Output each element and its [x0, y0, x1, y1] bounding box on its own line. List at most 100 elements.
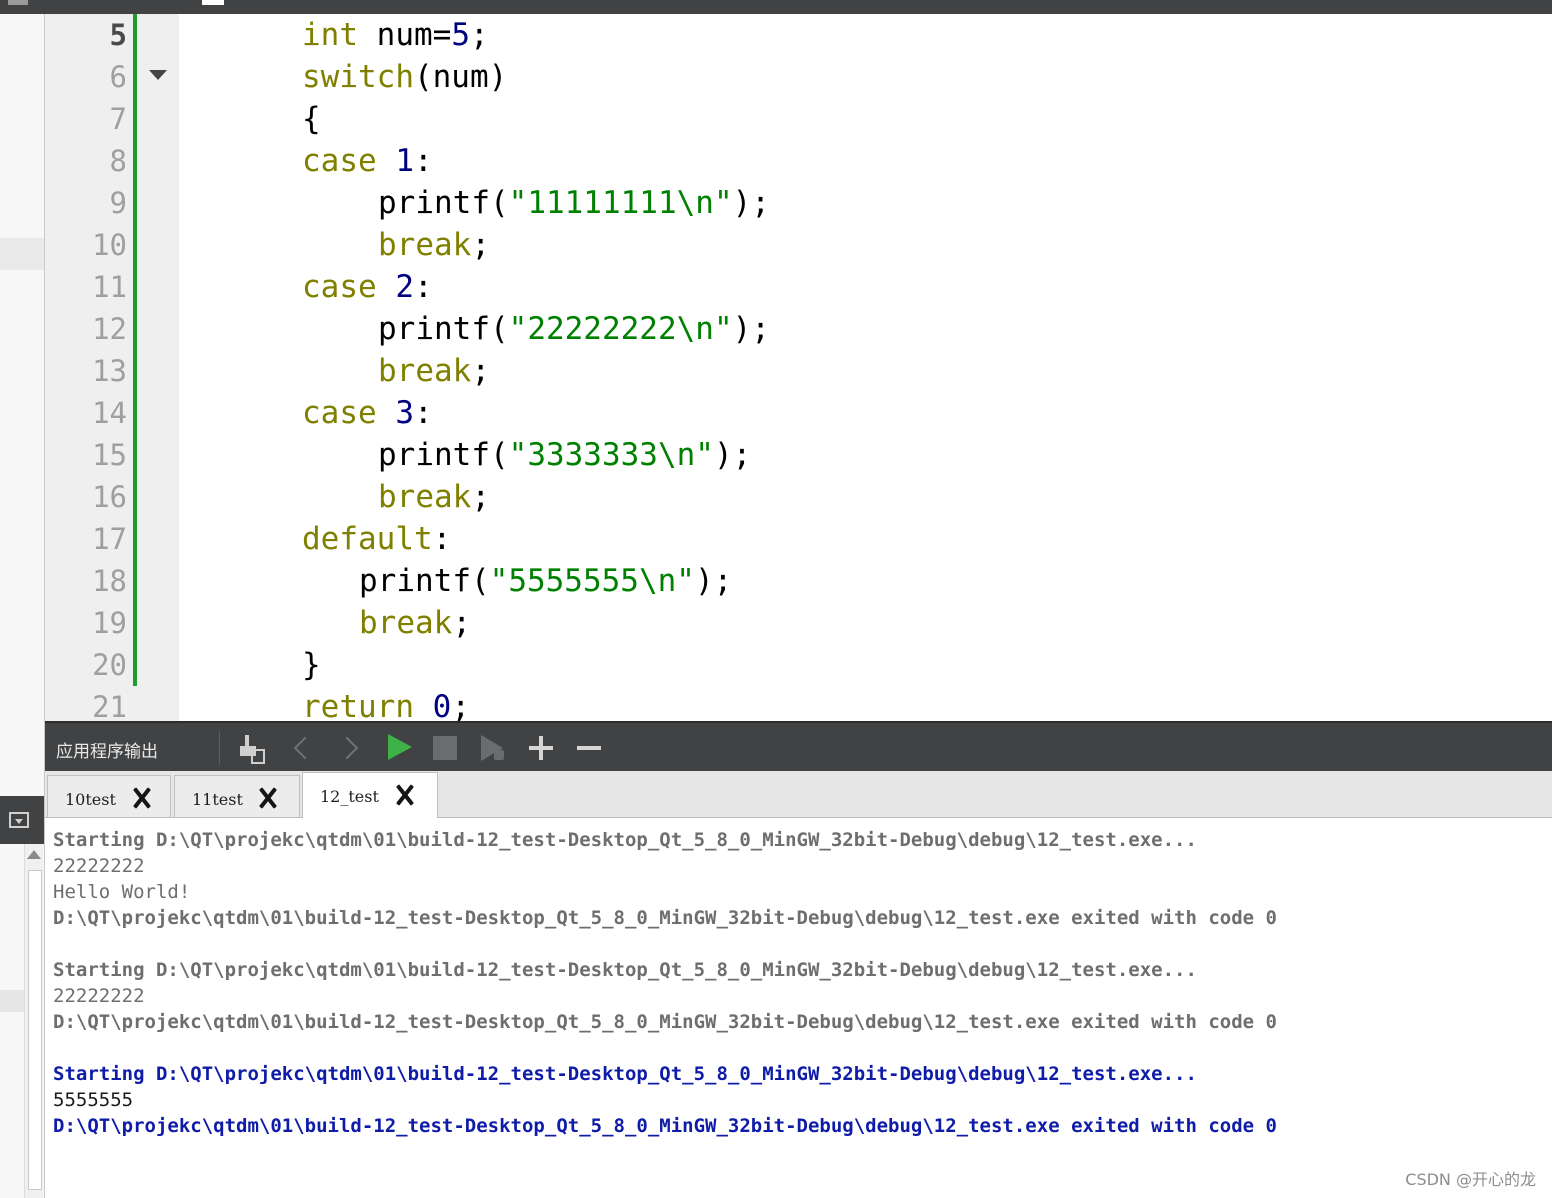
- close-icon[interactable]: [393, 783, 417, 807]
- code-token: ;: [471, 353, 490, 389]
- code-token: case: [302, 395, 377, 431]
- code-line[interactable]: break;: [378, 224, 490, 266]
- previous-icon[interactable]: [285, 731, 319, 765]
- code-line[interactable]: printf("5555555\n");: [359, 560, 732, 602]
- zoom-in-icon[interactable]: [524, 731, 558, 765]
- code-token: ;: [471, 227, 490, 263]
- next-icon[interactable]: [335, 731, 369, 765]
- change-marker-bar: [133, 14, 137, 686]
- code-token: :: [432, 521, 452, 557]
- code-line[interactable]: printf("11111111\n");: [378, 182, 770, 224]
- code-token: {: [302, 101, 321, 137]
- code-token: int: [302, 17, 358, 53]
- output-line: 22222222: [53, 855, 145, 877]
- code-token: break: [378, 479, 472, 515]
- code-line[interactable]: case 3:: [302, 392, 433, 434]
- watermark: CSDN @开心的龙: [1405, 1170, 1536, 1189]
- line-number: 9: [109, 186, 127, 220]
- code-token: );: [732, 311, 770, 347]
- code-line[interactable]: break;: [378, 350, 490, 392]
- code-token: break: [359, 605, 453, 641]
- top-toolbar-strip: [0, 0, 1552, 14]
- line-number: 21: [92, 690, 127, 721]
- output-line: D:\QT\projekc\qtdm\01\build-12_test-Desk…: [53, 1115, 1277, 1137]
- code-token: break: [378, 353, 472, 389]
- run-icon[interactable]: [381, 731, 415, 765]
- code-token: default: [302, 521, 433, 557]
- attach-debugger-icon[interactable]: [478, 731, 512, 765]
- tab-label: 10test: [65, 790, 116, 809]
- vertical-scrollbar[interactable]: [24, 844, 43, 1198]
- clean-output-icon[interactable]: [235, 731, 269, 765]
- code-token: break: [378, 227, 472, 263]
- output-line: 22222222: [53, 985, 145, 1007]
- code-token: printf(: [359, 563, 490, 599]
- tab-12-test[interactable]: 12_test: [302, 772, 438, 818]
- code-token: "5555555\n": [489, 563, 695, 599]
- code-line[interactable]: case 1:: [302, 140, 433, 182]
- line-number: 14: [92, 396, 127, 430]
- line-number: 6: [109, 60, 127, 94]
- output-panel-toggle[interactable]: [0, 796, 44, 844]
- code-token: switch: [302, 59, 414, 95]
- line-number: 19: [92, 606, 127, 640]
- code-line[interactable]: {: [302, 98, 321, 140]
- code-token: case: [302, 269, 377, 305]
- code-token: 2: [395, 269, 414, 305]
- file-icon[interactable]: [202, 0, 224, 5]
- code-line[interactable]: break;: [378, 476, 490, 518]
- code-token: ;: [451, 689, 470, 721]
- code-token: );: [713, 437, 752, 473]
- code-line[interactable]: case 2:: [302, 266, 433, 308]
- side-highlight: [0, 238, 44, 270]
- code-token: :: [414, 269, 433, 305]
- code-token: num=: [358, 17, 452, 53]
- code-line[interactable]: printf("3333333\n");: [378, 434, 751, 476]
- line-number: 16: [92, 480, 127, 514]
- output-panel-title: 应用程序输出: [56, 742, 158, 762]
- code-line[interactable]: return 0;: [302, 686, 470, 721]
- code-token: (num): [413, 59, 508, 95]
- code-token: printf(: [378, 311, 509, 347]
- zoom-out-icon[interactable]: [572, 731, 606, 765]
- collapse-panel-icon[interactable]: [9, 812, 29, 828]
- scrollbar-thumb[interactable]: [28, 870, 42, 1190]
- application-output[interactable]: Starting D:\QT\projekc\qtdm\01\build-12_…: [45, 818, 1552, 1198]
- code-token: "22222222\n": [508, 311, 733, 347]
- line-number: 15: [92, 438, 127, 472]
- code-line[interactable]: }: [302, 644, 321, 686]
- code-token: ;: [470, 17, 489, 53]
- tab-label: 11test: [192, 790, 243, 809]
- code-line[interactable]: printf("22222222\n");: [378, 308, 770, 350]
- output-line: Starting D:\QT\projekc\qtdm\01\build-12_…: [53, 1063, 1197, 1085]
- code-token: );: [732, 185, 770, 221]
- line-number: 5: [109, 18, 127, 52]
- close-icon[interactable]: [256, 786, 280, 810]
- code-token: 5: [451, 17, 470, 53]
- close-icon[interactable]: [130, 786, 154, 810]
- code-line[interactable]: default:: [302, 518, 451, 560]
- code-line[interactable]: switch(num): [302, 56, 507, 98]
- line-number: 8: [109, 144, 127, 178]
- code-line[interactable]: int num=5;: [302, 14, 489, 56]
- line-number: 7: [109, 102, 127, 136]
- code-token: "11111111\n": [508, 185, 733, 221]
- code-token: 3: [395, 395, 414, 431]
- tab-11test[interactable]: 11test: [174, 775, 300, 817]
- fold-gutter: [133, 14, 179, 721]
- code-editor[interactable]: 5 int num=5; 6 switch(num) 7{8 case 1: 9 printf…: [45, 14, 1552, 721]
- output-line: Starting D:\QT\projekc\qtdm\01\build-12_…: [53, 829, 1197, 851]
- line-number: 20: [92, 648, 127, 682]
- code-token: :: [414, 395, 433, 431]
- scroll-up-arrow-icon[interactable]: [27, 850, 41, 859]
- output-line: 5555555: [53, 1089, 134, 1111]
- menu-icon[interactable]: [8, 0, 28, 5]
- tab-10test[interactable]: 10test: [47, 775, 171, 817]
- code-token: printf(: [378, 437, 509, 473]
- code-line[interactable]: break;: [359, 602, 471, 644]
- output-line: Hello World!: [53, 881, 191, 903]
- stop-icon[interactable]: [428, 731, 462, 765]
- code-token: 1: [395, 143, 414, 179]
- fold-arrow-icon[interactable]: [149, 70, 167, 80]
